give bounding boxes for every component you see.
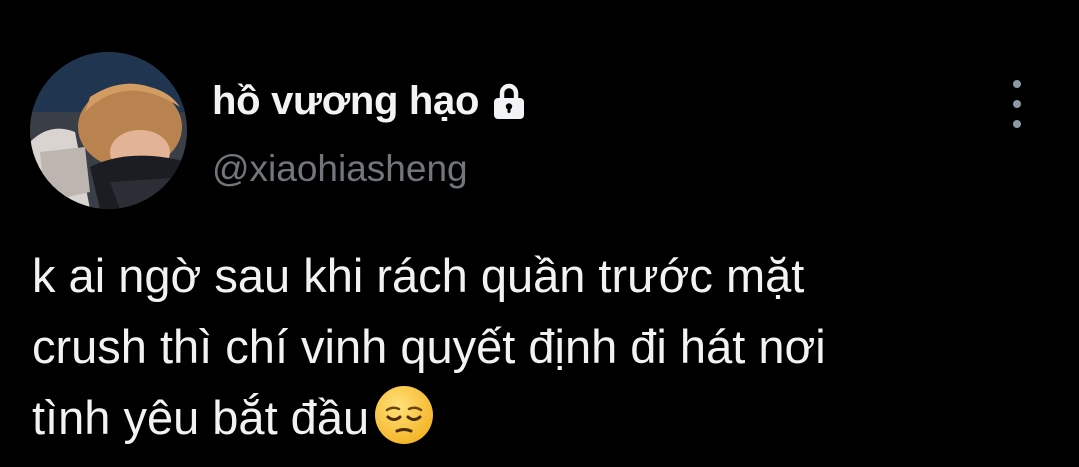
more-vertical-icon: [1013, 80, 1021, 88]
tweet-text-line: crush thì chí vinh quyết định đi hát nơi: [32, 320, 826, 373]
more-options-button[interactable]: [1002, 80, 1032, 128]
more-vertical-icon-dot: [1013, 120, 1021, 128]
tweet: hồ vương hạo @xiaohiasheng k ai ngờ sau …: [0, 0, 1079, 467]
lock-icon: [491, 81, 527, 121]
tweet-text: k ai ngờ sau khi rách quần trước mặt cru…: [32, 240, 1062, 453]
pensive-face-icon: [373, 384, 435, 446]
handle[interactable]: @xiaohiasheng: [212, 148, 468, 190]
avatar[interactable]: [30, 52, 187, 209]
more-vertical-icon-dot: [1013, 100, 1021, 108]
tweet-text-line: k ai ngờ sau khi rách quần trước mặt: [32, 249, 805, 302]
display-name-row: hồ vương hạo: [212, 76, 527, 126]
avatar-photo: [30, 52, 187, 209]
display-name[interactable]: hồ vương hạo: [212, 79, 479, 124]
tweet-text-line: tình yêu bắt đầu: [32, 391, 370, 444]
